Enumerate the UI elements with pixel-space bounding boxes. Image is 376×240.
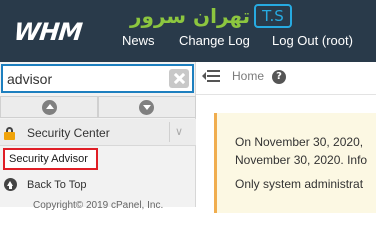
brand-watermark: ﺗﻬﺮاﻥ ﺳﺮﻭﺭ T.S [130, 2, 292, 30]
brand-watermark-script: ﺗﻬﺮاﻥ ﺳﺮﻭﺭ [130, 4, 251, 28]
breadcrumb: Home ? [196, 62, 376, 95]
arrow-up-icon [4, 178, 17, 191]
main-content: On November 30, 2020, November 30, 2020.… [196, 96, 376, 213]
sidebar-item-label: Security Advisor [9, 153, 88, 165]
notice-banner: On November 30, 2020, November 30, 2020.… [214, 113, 376, 213]
nav-log-out-link[interactable]: Log Out (root) [272, 33, 353, 48]
back-to-top-link[interactable]: Back To Top [0, 173, 196, 197]
collapse-all-button[interactable] [0, 96, 98, 118]
sidebar-category-label: Security Center [27, 126, 110, 140]
category-divider [169, 122, 170, 142]
notice-line-1: On November 30, 2020, [235, 135, 364, 149]
sidebar-category-security-center[interactable]: Security Center ∨ [0, 119, 196, 146]
chevron-up-icon [42, 100, 57, 115]
nav-news-link[interactable]: News [122, 33, 155, 48]
back-to-top-label: Back To Top [27, 179, 87, 191]
menu-collapse-icon[interactable] [202, 69, 220, 83]
sidebar-item-security-advisor[interactable]: Security Advisor [3, 148, 98, 170]
whm-logo[interactable]: WHM [13, 18, 83, 46]
help-icon[interactable]: ? [272, 70, 286, 84]
expand-all-button[interactable] [98, 96, 196, 118]
brand-watermark-box: T.S [254, 4, 292, 28]
lock-icon [4, 127, 15, 140]
nav-change-log-link[interactable]: Change Log [179, 33, 250, 48]
search-input[interactable] [7, 69, 167, 89]
breadcrumb-home-link[interactable]: Home [232, 69, 264, 83]
copyright-text: Copyright© 2019 cPanel, Inc. [33, 200, 164, 211]
close-icon[interactable] [169, 69, 189, 88]
sidebar-search [1, 64, 194, 93]
top-header: WHM ﺗﻬﺮاﻥ ﺳﺮﻭﺭ T.S News Change Log Log O… [0, 0, 376, 62]
notice-line-2: November 30, 2020. Info [235, 153, 368, 167]
chevron-down-icon[interactable]: ∨ [175, 125, 183, 138]
notice-line-3: Only system administrat [235, 177, 364, 191]
chevron-down-icon [139, 100, 154, 115]
